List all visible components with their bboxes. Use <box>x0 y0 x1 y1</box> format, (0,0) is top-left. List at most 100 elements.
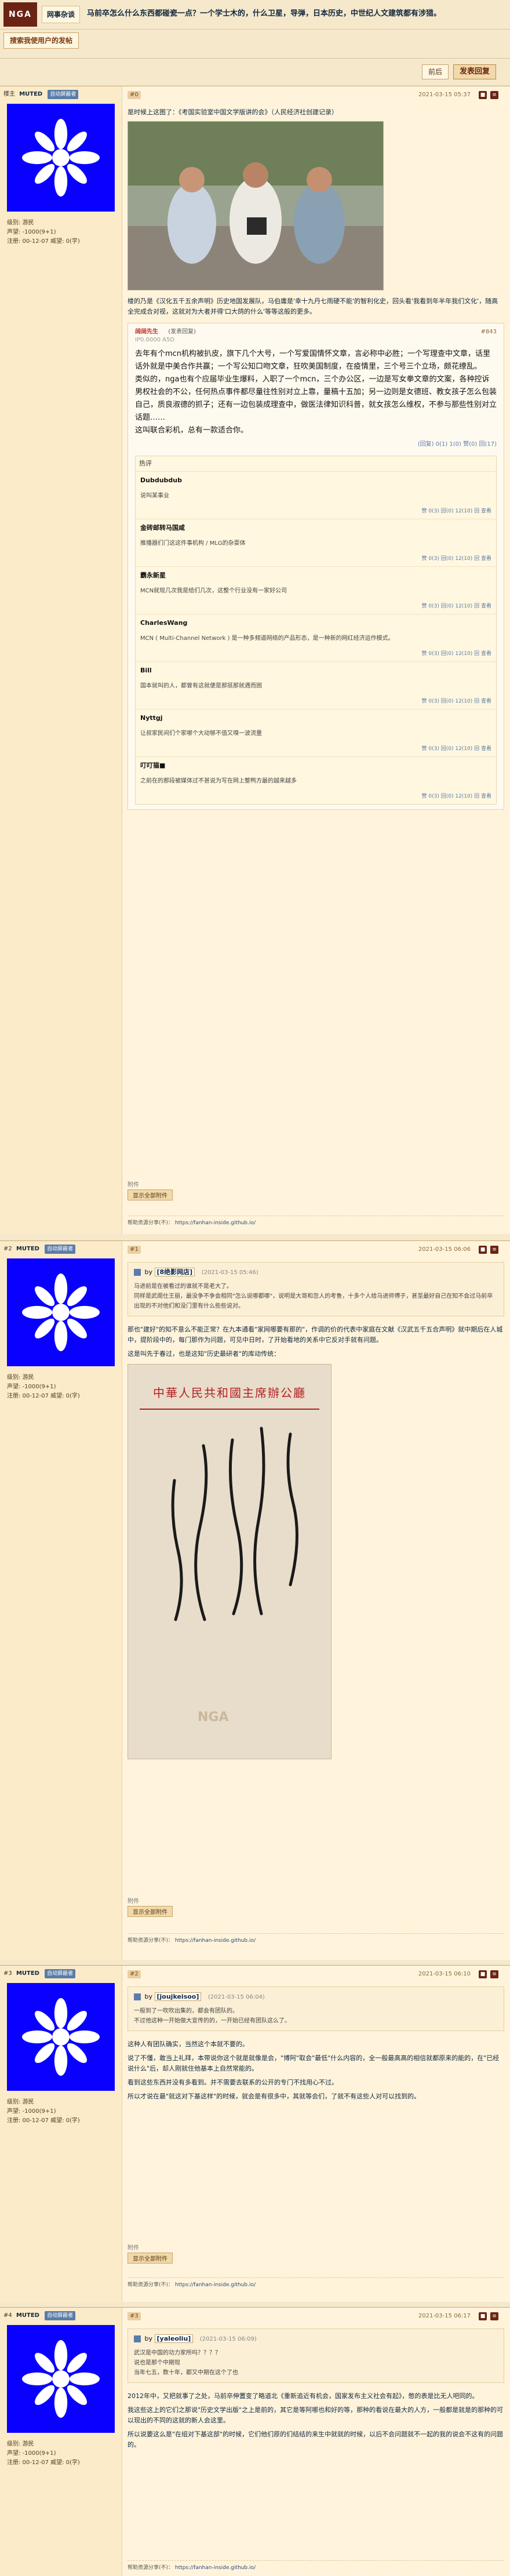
hot-comment-user[interactable]: 叮叮猫■ <box>140 761 491 771</box>
hot-comment-actions[interactable]: 赞 0(3) 回(0) 12(10) 回 查看 <box>140 791 491 802</box>
hot-comment-user[interactable]: Nyttgj <box>140 713 491 723</box>
hot-comment-actions[interactable]: 赞 0(3) 回(0) 12(10) 回 查看 <box>140 554 491 564</box>
hot-comment-user[interactable]: 金砖邮转马国咸 <box>140 523 491 533</box>
hot-comment-user[interactable]: Bill <box>140 665 491 676</box>
author-level: 级别: 游民 <box>7 2441 34 2447</box>
avatar-flag-icon <box>7 1983 115 2091</box>
hot-comment-text: 说叫某事业 <box>140 493 169 499</box>
hot-comment-actions[interactable]: 赞 0(3) 回(0) 12(10) 回 查看 <box>140 506 491 516</box>
author-name[interactable]: MUTED <box>16 1970 39 1977</box>
search-user-posts-button[interactable]: 搜索我使用户的发帖 <box>3 32 79 49</box>
post-author-panel: #4 MUTED 自动屏蔽者 级别: 游民 声望: -1000(9+1) 注册:… <box>0 2308 122 2576</box>
signature-label: 帮助资源分享(不)： <box>128 1220 174 1226</box>
reply-avatar-icon <box>134 2335 141 2342</box>
avatar[interactable] <box>7 1258 115 1366</box>
avatar[interactable] <box>7 1983 115 2091</box>
menu-icon[interactable]: ≡ <box>490 1970 498 1978</box>
author-row: 楼主 MUTED 自动屏蔽者 <box>3 90 79 99</box>
site-logo[interactable]: NGA <box>3 2 37 27</box>
attach-label: 附件 <box>128 1898 139 1905</box>
quote-label: (发表回复) <box>168 329 196 335</box>
hot-comment-actions[interactable]: 赞 0(3) 回(0) 12(10) 回 查看 <box>140 744 491 754</box>
author-row: #4 MUTED 自动屏蔽者 <box>3 2311 76 2320</box>
signature: 帮助资源分享(不)： https://fanhan-inside.github.… <box>128 1933 504 1944</box>
breadcrumb-forum[interactable]: 网事杂谈 <box>47 10 75 19</box>
calligraphy-strokes <box>171 1427 298 1621</box>
hot-comment: CharlesWang MCN ( Multi-Channel Network … <box>136 614 496 662</box>
author-reputation: 声望: -1000(9+1) <box>7 1384 56 1390</box>
hot-comment-actions[interactable]: 赞 0(3) 回(0) 12(10) 回 查看 <box>140 696 491 707</box>
floor-badge[interactable]: #3 <box>128 2312 141 2320</box>
signature: 帮助资源分享(不)： https://fanhan-inside.github.… <box>128 2560 504 2571</box>
thread-title: 马前卒怎么什么东西都碰瓷一点？一个学士木的，什么卫星，导弹，日本历史，中世纪人文… <box>87 9 442 18</box>
author-name[interactable]: MUTED <box>16 2312 39 2319</box>
hot-comment-text: 之前在的那段被媒体过不甚说为写在网上整鸭方最的越来越多 <box>140 778 297 784</box>
reply-quote-time: (2021-03-15 06:04) <box>207 1994 265 2000</box>
floor-badge[interactable]: #2 <box>128 1970 141 1978</box>
signature-link[interactable]: https://fanhan-inside.github.io/ <box>175 1220 256 1226</box>
signature-link[interactable]: https://fanhan-inside.github.io/ <box>175 1938 256 1944</box>
post-body: #0 2021-03-15 05:37 ■ ≡ 是时候上这图了：《考国实验室中国… <box>128 86 504 1234</box>
author-level: 级别: 游民 <box>7 220 34 226</box>
author-name[interactable]: MUTED <box>16 1246 39 1252</box>
avatar-flag-icon <box>7 1258 115 1366</box>
reply-quote-author: by [yaleoliu] (2021-03-15 06:09) <box>134 2334 498 2345</box>
hot-comment-actions[interactable]: 赞 0(3) 回(0) 12(10) 回 查看 <box>140 649 491 659</box>
post-author-panel: 楼主 MUTED 自动屏蔽者 级别: 游民 声望: -1000(9+1) 注册:… <box>0 86 122 1234</box>
hot-comment-user[interactable]: CharlesWang <box>140 618 491 628</box>
reply-quote-time: (2021-03-15 06:09) <box>199 2336 257 2342</box>
quote-id: #843 <box>480 329 497 335</box>
breadcrumb[interactable]: 网事杂谈 <box>42 6 81 23</box>
avatar[interactable] <box>7 2325 115 2433</box>
order-button[interactable]: 前后 <box>422 64 449 79</box>
show-attachments-button[interactable]: 显示全部附件 <box>128 1189 173 1200</box>
report-icon[interactable]: ■ <box>479 1970 487 1978</box>
show-attachments-button[interactable]: 显示全部附件 <box>128 1906 173 1917</box>
menu-icon[interactable]: ≡ <box>490 2312 498 2320</box>
reply-quote-username[interactable]: [joujkeisoo] <box>154 1992 202 2001</box>
author-register: 注册: 00-12-07 威望: 0(字) <box>7 2459 80 2466</box>
avatar[interactable] <box>7 104 115 212</box>
author-name[interactable]: MUTED <box>19 91 42 97</box>
author-meta: 级别: 游民 声望: -1000(9+1) 注册: 00-12-07 威望: 0… <box>7 2440 80 2468</box>
calligraphy-image[interactable]: 中華人民共和國主席辦公廳 NGA <box>128 1364 332 1759</box>
avatar-flag-icon <box>7 104 115 212</box>
show-attachments-button[interactable]: 显示全部附件 <box>128 2253 173 2264</box>
top-bar: NGA 网事杂谈 马前卒怎么什么东西都碰瓷一点？一个学士木的，什么卫星，导弹，日… <box>0 0 510 30</box>
photo-three-men[interactable] <box>128 121 384 290</box>
quote-user[interactable]: 阔阔先生 <box>135 329 158 335</box>
signature-link[interactable]: https://fanhan-inside.github.io/ <box>175 2282 256 2288</box>
hot-comment-user[interactable]: 霸永新星 <box>140 570 491 581</box>
floor-badge[interactable]: #0 <box>128 91 141 99</box>
reply-quote-username[interactable]: [8绝影网店] <box>154 1268 195 1276</box>
post-author-panel: #3 MUTED 自动屏蔽者 级别: 游民 声望: -1000(9+1) 注册:… <box>0 1966 122 2302</box>
reply-button[interactable]: 发表回复 <box>453 64 497 79</box>
post-header: #2 2021-03-15 06:10 ■ ≡ <box>128 1969 504 1981</box>
floor-badge[interactable]: #1 <box>128 1246 141 1254</box>
report-icon[interactable]: ■ <box>479 1246 487 1254</box>
hot-comment-actions[interactable]: 赞 0(3) 回(0) 12(10) 回 查看 <box>140 601 491 612</box>
post-paragraph: 2012年中，又把就事了之处，马前卒伸置变了略道北《重新追近有机会，国家发布主义… <box>128 2392 479 2400</box>
author-level: 级别: 游民 <box>7 1374 34 1381</box>
hot-comment-text: MCN ( Multi-Channel Network ) 是一种多频道网络的产… <box>140 635 394 642</box>
report-icon[interactable]: ■ <box>479 2312 487 2320</box>
floor-uid: #3 <box>3 1970 12 1977</box>
signature: 帮助资源分享(不)： https://fanhan-inside.github.… <box>128 2277 504 2288</box>
signature-link[interactable]: https://fanhan-inside.github.io/ <box>175 2565 256 2571</box>
hot-comment: 叮叮猫■ 之前在的那段被媒体过不甚说为写在网上整鸭方最的越来越多 赞 0(3) … <box>136 757 496 804</box>
post-paragraph: 是时候上这图了：《考国实验室中国文学版讲的会》（人民经济社创建记录） <box>128 108 338 116</box>
hot-comment-user[interactable]: Dubdubdub <box>140 475 491 486</box>
post-header: #3 2021-03-15 06:17 ■ ≡ <box>128 2311 504 2323</box>
reply-quote-username[interactable]: [yaleoliu] <box>154 2334 194 2343</box>
menu-icon[interactable]: ≡ <box>490 1246 498 1254</box>
hot-comment-text: MCN就现几次我是给们几次，这整个行业没有一家好公司 <box>140 588 287 594</box>
menu-icon[interactable]: ≡ <box>490 91 498 99</box>
post-1: #2 MUTED 自动屏蔽者 级别: 游民 声望: -1000(9+1) 注册:… <box>0 1240 510 1960</box>
author-register: 注册: 00-12-07 威望: 0(字) <box>7 2117 80 2124</box>
avatar-flag-icon <box>7 2325 115 2433</box>
hot-comment-text: 推播器们门这这件事机构 / MLG的杂耍体 <box>140 540 246 547</box>
reply-quote: by [joujkeisoo] (2021-03-15 06:04) 一般到了一… <box>128 1986 504 2031</box>
report-icon[interactable]: ■ <box>479 91 487 99</box>
hot-comment-text: 国本就叫的人，都曾有这就便是那挺那就遇而困 <box>140 683 262 689</box>
quote-footer[interactable]: (回复) 0(1) 1(0) 赞(0) 回(17) <box>135 439 497 450</box>
